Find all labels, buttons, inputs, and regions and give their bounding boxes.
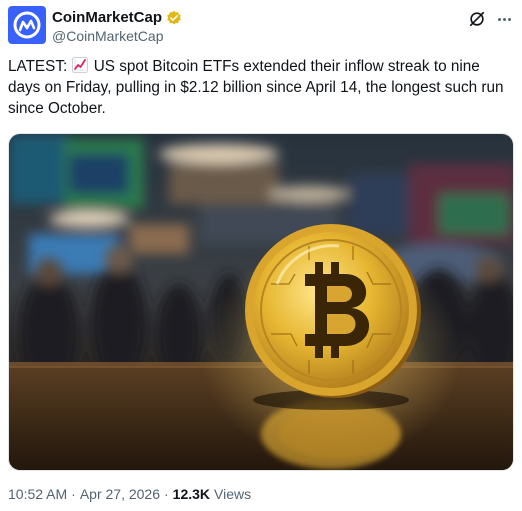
coinmarketcap-logo-icon bbox=[13, 11, 41, 39]
tweet-meta: 10:52 AM · Apr 27, 2026 · 12.3K Views bbox=[8, 486, 251, 502]
tweet-header: CoinMarketCap @CoinMarketCap bbox=[8, 6, 514, 46]
tweet-text: LATEST: US spot Bitcoin ETFs extended th… bbox=[8, 56, 508, 119]
gold-verified-badge-icon[interactable] bbox=[166, 10, 182, 26]
bitcoin-coin-on-trading-floor-photo bbox=[9, 134, 513, 470]
views-count[interactable]: 12.3K bbox=[173, 486, 210, 502]
author-display-name[interactable]: CoinMarketCap bbox=[52, 9, 162, 26]
tweet-media[interactable] bbox=[8, 133, 514, 471]
author-name-row: CoinMarketCap bbox=[52, 9, 182, 26]
more-icon[interactable] bbox=[494, 10, 514, 28]
tweet-text-prefix: LATEST: bbox=[8, 58, 72, 75]
author-handle[interactable]: @CoinMarketCap bbox=[52, 28, 163, 44]
tweet-date[interactable]: Apr 27, 2026 bbox=[80, 486, 160, 502]
meta-separator: · bbox=[71, 486, 76, 502]
grok-icon[interactable] bbox=[468, 10, 486, 28]
meta-separator: · bbox=[164, 486, 169, 502]
chart-increasing-icon bbox=[72, 57, 89, 73]
tweet-time[interactable]: 10:52 AM bbox=[8, 486, 67, 502]
avatar[interactable] bbox=[8, 6, 46, 44]
views-label: Views bbox=[214, 486, 252, 502]
